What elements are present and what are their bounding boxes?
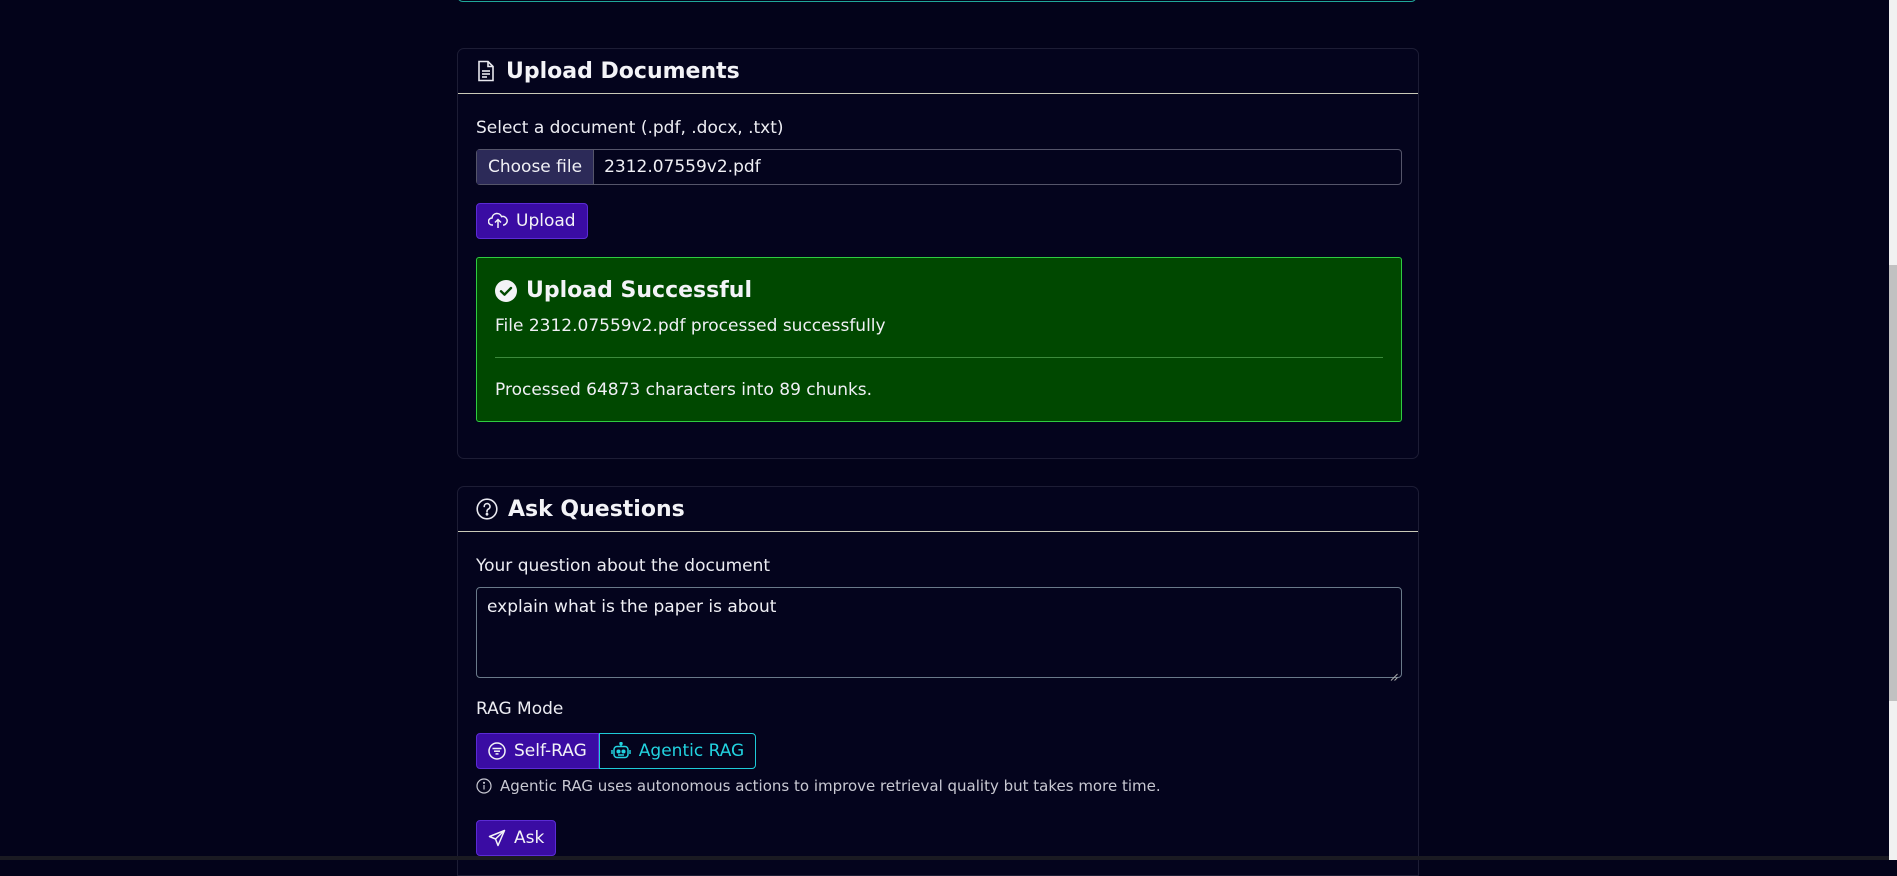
file-input[interactable]: Choose file 2312.07559v2.pdf <box>476 149 1402 185</box>
alert-message: File 2312.07559v2.pdf processed successf… <box>495 316 886 336</box>
self-rag-option[interactable]: Self-RAG <box>476 733 599 769</box>
send-icon <box>488 829 506 847</box>
upload-card-header: Upload Documents <box>458 49 1418 94</box>
upload-success-alert: Upload Successful File 2312.07559v2.pdf … <box>476 257 1402 422</box>
scrollbar-thumb[interactable] <box>1889 265 1897 701</box>
ask-card-header: Ask Questions <box>458 487 1418 532</box>
alert-header: Upload Successful <box>495 278 752 303</box>
robot-icon <box>611 742 631 760</box>
upload-card-title: Upload Documents <box>506 58 740 84</box>
resize-grip-icon[interactable] <box>1390 666 1398 681</box>
check-circle-icon <box>495 279 517 302</box>
upload-button[interactable]: Upload <box>476 203 588 239</box>
taskbar-edge <box>0 856 1889 860</box>
self-rag-label: Self-RAG <box>514 741 587 761</box>
ask-questions-card: Ask Questions Your question about the do… <box>457 486 1419 876</box>
filter-icon <box>488 742 506 760</box>
choose-file-button[interactable]: Choose file <box>477 150 595 184</box>
agentic-rag-label: Agentic RAG <box>638 741 745 761</box>
hint-text: Agentic RAG uses autonomous actions to i… <box>500 777 1161 795</box>
ask-button[interactable]: Ask <box>476 820 557 856</box>
agentic-rag-option[interactable]: Agentic RAG <box>598 733 757 769</box>
selected-file-name: 2312.07559v2.pdf <box>604 157 761 177</box>
rag-mode-toggle: Self-RAG Agentic RAG <box>476 733 757 769</box>
document-icon <box>476 60 496 82</box>
question-label: Your question about the document <box>476 556 771 576</box>
ask-button-label: Ask <box>514 828 545 848</box>
upload-documents-card: Upload Documents Select a document (.pdf… <box>457 48 1419 459</box>
info-circle-icon <box>476 778 492 794</box>
question-text: explain what is the paper is about <box>487 597 777 617</box>
select-document-label: Select a document (.pdf, .docx, .txt) <box>476 118 784 138</box>
agentic-rag-hint: Agentic RAG uses autonomous actions to i… <box>476 777 1161 795</box>
upload-button-label: Upload <box>516 211 576 231</box>
alert-divider <box>495 357 1383 358</box>
ask-card-title: Ask Questions <box>508 496 685 522</box>
rag-mode-label: RAG Mode <box>476 699 564 719</box>
question-circle-icon <box>476 498 498 520</box>
cloud-upload-icon <box>488 212 508 230</box>
question-textarea[interactable]: explain what is the paper is about <box>476 587 1402 681</box>
alert-title: Upload Successful <box>526 278 752 303</box>
previous-card-edge <box>457 0 1417 2</box>
alert-detail: Processed 64873 characters into 89 chunk… <box>495 380 873 400</box>
